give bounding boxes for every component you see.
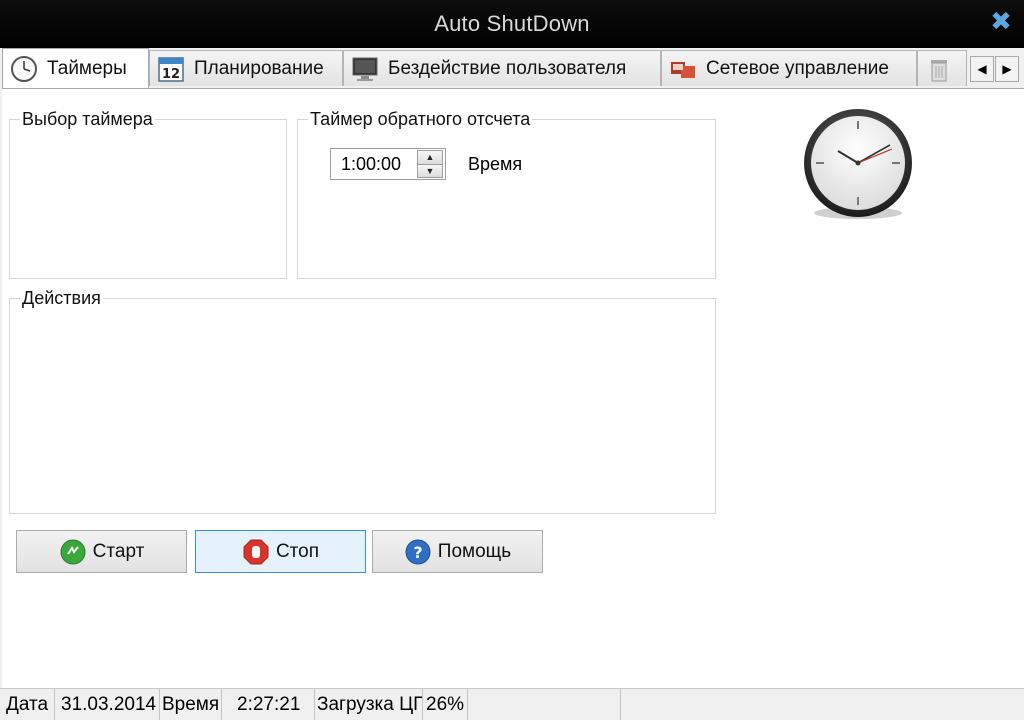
help-button[interactable]: ? Помощь	[372, 530, 543, 573]
close-button[interactable]: ✖	[988, 8, 1014, 34]
status-date-label: Дата	[0, 689, 55, 720]
trash-icon	[931, 59, 947, 81]
countdown-time-value[interactable]: 1:00:00	[331, 154, 417, 175]
tab-planning[interactable]: 12 Планирование	[149, 50, 343, 86]
start-label: Старт	[92, 540, 145, 562]
stop-icon	[243, 539, 269, 564]
timers-panel: Выбор таймера Таймер обратного отсчета 1…	[2, 88, 1024, 688]
status-date-value: 31.03.2014	[55, 689, 160, 720]
tab-network-label: Сетевое управление	[706, 57, 889, 79]
countdown-group: Таймер обратного отсчета 1:00:00 ▲ ▼ Вре…	[297, 109, 716, 279]
arrow-right-icon: ▶	[1002, 62, 1012, 76]
svg-text:?: ?	[413, 543, 422, 562]
actions-group: Действия	[9, 288, 716, 514]
spinner-buttons: ▲ ▼	[417, 150, 443, 178]
analog-clock-icon	[804, 109, 912, 219]
start-icon	[60, 539, 86, 564]
timer-select-legend: Выбор таймера	[20, 109, 155, 130]
stop-label: Стоп	[275, 540, 320, 562]
status-empty-cell	[468, 689, 621, 720]
countdown-time-label: Время	[468, 154, 523, 174]
arrow-up-icon: ▲	[425, 152, 435, 163]
status-time-value: 2:27:21	[222, 689, 315, 720]
countdown-legend: Таймер обратного отсчета	[308, 109, 533, 130]
tab-trash[interactable]	[917, 50, 967, 86]
title-bar: Auto ShutDown ✖	[0, 0, 1024, 48]
countdown-time-spinner[interactable]: 1:00:00 ▲ ▼	[330, 148, 446, 180]
tab-network[interactable]: Сетевое управление	[661, 50, 917, 86]
tab-timers[interactable]: Таймеры	[2, 48, 149, 88]
stop-button[interactable]: Стоп	[195, 530, 366, 573]
window-title: Auto ShutDown	[434, 11, 590, 36]
network-icon	[671, 61, 695, 78]
status-cpu-value: 26%	[423, 689, 468, 720]
svg-text:12: 12	[162, 67, 180, 82]
actions-legend: Действия	[20, 288, 103, 309]
monitor-icon	[352, 57, 378, 81]
arrow-left-icon: ◀	[977, 62, 987, 76]
spinner-down-button[interactable]: ▼	[417, 164, 443, 178]
status-time-label: Время	[160, 689, 222, 720]
tab-user-idle[interactable]: Бездействие пользователя	[343, 50, 661, 86]
calendar-icon: 12	[158, 56, 184, 82]
tab-user-idle-label: Бездействие пользователя	[388, 57, 627, 79]
start-button[interactable]: Старт	[16, 530, 187, 573]
help-icon: ?	[405, 539, 431, 564]
status-bar: Дата 31.03.2014 Время 2:27:21 Загрузка Ц…	[0, 688, 1024, 720]
tab-timers-label: Таймеры	[47, 57, 127, 79]
timer-select-group: Выбор таймера	[9, 109, 287, 279]
tab-scroll-right-button[interactable]: ▶	[995, 56, 1019, 82]
tab-strip: Таймеры 12 Планирование Бездействие поль…	[0, 48, 1024, 88]
status-cpu-label: Загрузка ЦП	[315, 689, 423, 720]
tab-planning-label: Планирование	[194, 57, 324, 79]
tab-scroll-left-button[interactable]: ◀	[970, 56, 994, 82]
clock-icon	[11, 55, 37, 82]
help-label: Помощь	[437, 540, 512, 562]
arrow-down-icon: ▼	[425, 165, 435, 176]
spinner-up-button[interactable]: ▲	[417, 150, 443, 165]
close-icon: ✖	[990, 6, 1012, 36]
